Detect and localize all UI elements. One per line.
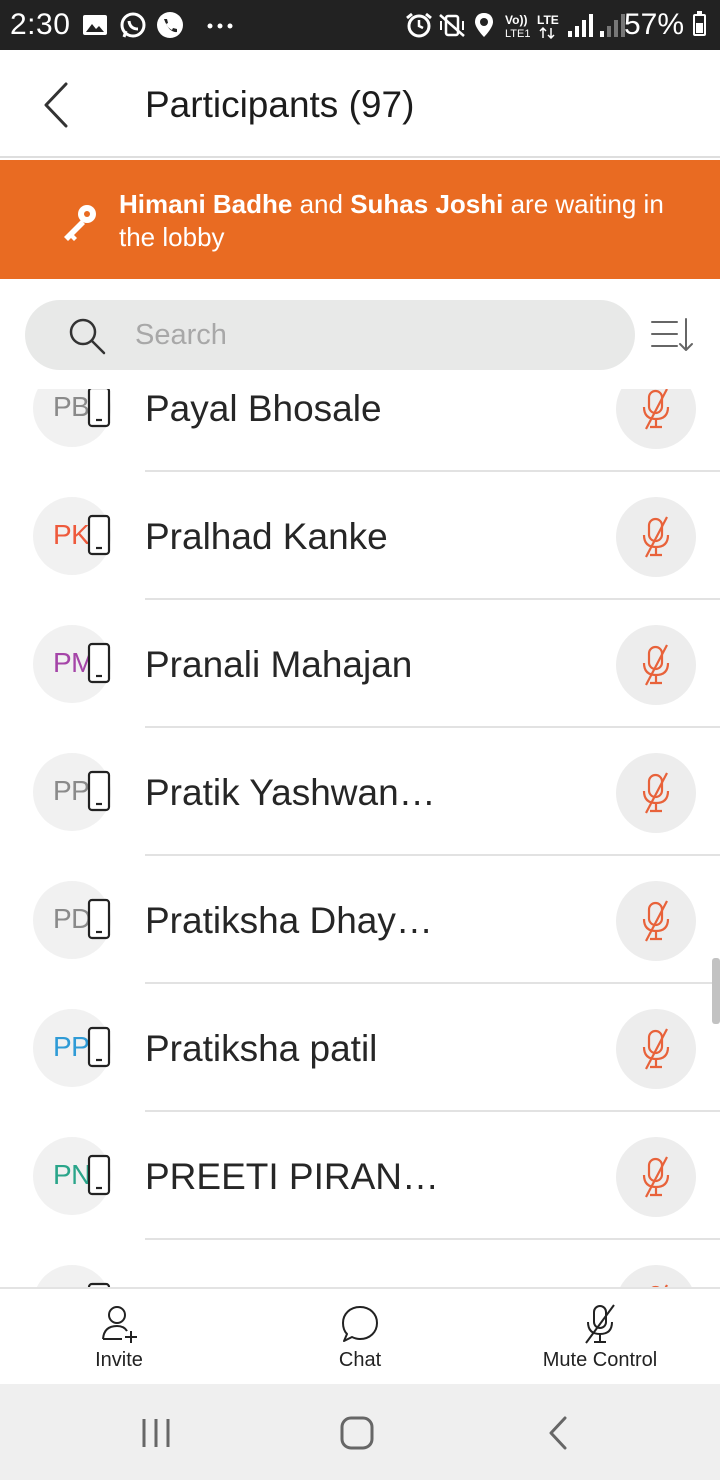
participant-row[interactable]: PB Payal Bhosale: [0, 389, 720, 472]
mic-muted-button[interactable]: [616, 625, 696, 705]
participant-row[interactable]: [0, 1240, 720, 1287]
search-input[interactable]: [135, 300, 605, 370]
status-bar: 2:30 Vo)) LTE1 LTE 57%: [0, 0, 720, 50]
mic-off-icon: [642, 644, 670, 686]
vibrate-mute-icon: [439, 14, 465, 37]
mobile-phone-icon: [87, 1026, 111, 1068]
mic-off-icon: [585, 1304, 615, 1344]
mute-control-label: Mute Control: [542, 1349, 658, 1371]
participant-name: PREETI PIRAN…: [145, 1156, 439, 1197]
recent-apps-icon[interactable]: [131, 1408, 181, 1458]
search-box[interactable]: [25, 300, 635, 370]
add-person-icon: [102, 1306, 137, 1343]
mic-muted-button[interactable]: [616, 753, 696, 833]
avatar-initials: PP: [53, 775, 90, 806]
avatar-initials: PD: [53, 903, 91, 934]
mic-off-icon: [642, 772, 670, 814]
avatar-initials: PN: [53, 1159, 91, 1190]
mobile-phone-icon: [87, 642, 111, 684]
bottom-toolbar: Invite Chat Mute Control: [0, 1287, 720, 1384]
volte-lte-icon: Vo))LTE1 LTE: [505, 13, 559, 39]
mic-off-icon: [642, 389, 670, 430]
avatar-initials: PB: [53, 391, 90, 422]
chat-button[interactable]: Chat: [310, 1289, 410, 1384]
more-notifications-icon: [207, 23, 233, 29]
lobby-banner[interactable]: Himani Badhe and Suhas Joshi are waiting…: [0, 160, 720, 279]
mobile-phone-icon: [87, 1154, 111, 1196]
participant-row[interactable]: PP Pratiksha patil: [0, 984, 720, 1112]
mic-muted-button[interactable]: [616, 389, 696, 449]
mic-off-icon: [642, 900, 670, 942]
system-back-icon[interactable]: [534, 1408, 584, 1458]
svg-text:Vo)): Vo)): [505, 13, 527, 27]
mic-muted-button[interactable]: [616, 881, 696, 961]
header: Participants (97): [0, 50, 720, 158]
invite-label: Invite: [95, 1349, 143, 1371]
avatar-initials: PK: [53, 519, 90, 550]
mic-off-icon: [642, 1156, 670, 1198]
battery-icon: [693, 11, 706, 36]
svg-text:LTE: LTE: [537, 13, 559, 27]
status-time: 2:30: [10, 8, 71, 41]
mic-muted-button[interactable]: [616, 497, 696, 577]
participant-name: Pratiksha Dhay…: [145, 900, 433, 941]
mobile-phone-icon: [87, 898, 111, 940]
mic-muted-button[interactable]: [616, 1265, 696, 1287]
participant-row[interactable]: PK Pralhad Kanke: [0, 472, 720, 600]
lobby-name-2: Suhas Joshi: [350, 189, 504, 219]
mic-off-icon: [642, 516, 670, 558]
mute-control-button[interactable]: Mute Control: [530, 1289, 670, 1384]
mic-muted-button[interactable]: [616, 1137, 696, 1217]
scrollbar[interactable]: [712, 958, 720, 1024]
participant-name: Pratiksha patil: [145, 1028, 378, 1069]
search-icon: [69, 318, 106, 355]
system-nav-bar: [0, 1384, 720, 1480]
mic-muted-button[interactable]: [616, 1009, 696, 1089]
participant-row[interactable]: PD Pratiksha Dhay…: [0, 856, 720, 984]
participant-name: Pratik Yashwan…: [145, 772, 436, 813]
sort-icon[interactable]: [645, 310, 697, 362]
back-button[interactable]: [30, 78, 84, 132]
battery-percent: 57%: [623, 8, 684, 41]
participant-name: Payal Bhosale: [145, 389, 382, 429]
participant-row[interactable]: PN PREETI PIRAN…: [0, 1112, 720, 1240]
chat-label: Chat: [338, 1349, 382, 1371]
mobile-phone-icon: [87, 389, 111, 428]
location-icon: [475, 13, 493, 37]
chat-bubble-icon: [342, 1306, 378, 1342]
mobile-phone-icon: [87, 770, 111, 812]
lobby-message: Himani Badhe and Suhas Joshi are waiting…: [119, 188, 679, 254]
participant-name: Pralhad Kanke: [145, 516, 388, 557]
participant-row[interactable]: PM Pranali Mahajan: [0, 600, 720, 728]
signal-icon: [568, 14, 593, 37]
alarm-icon: [406, 12, 432, 38]
svg-text:LTE1: LTE1: [505, 28, 530, 39]
avatar-initials: PP: [53, 1031, 90, 1062]
mic-off-icon: [642, 1028, 670, 1070]
gallery-icon: [83, 15, 107, 35]
lobby-connector: and: [292, 189, 351, 219]
participant-row[interactable]: PP Pratik Yashwan…: [0, 728, 720, 856]
participant-list[interactable]: PB Payal Bhosale PK Pralhad Kanke PM Pranali …: [0, 389, 720, 1287]
key-icon: [64, 205, 96, 241]
mobile-phone-icon: [87, 514, 111, 556]
page-title: Participants (97): [145, 84, 415, 125]
home-icon[interactable]: [332, 1408, 382, 1458]
participant-name: Pranali Mahajan: [145, 644, 413, 685]
invite-button[interactable]: Invite: [69, 1289, 169, 1384]
lobby-name-1: Himani Badhe: [119, 189, 293, 219]
call-icon: [157, 12, 183, 38]
whatsapp-icon: [120, 12, 146, 38]
